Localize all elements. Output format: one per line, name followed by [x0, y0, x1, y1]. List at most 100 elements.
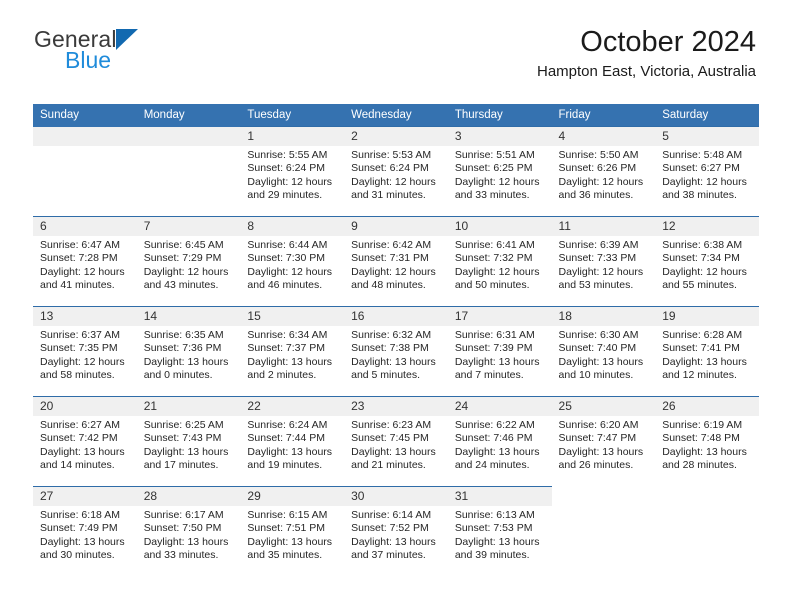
day-number: 31	[447, 487, 552, 506]
day-sun-info: Sunrise: 6:17 AM Sunset: 7:50 PM Daylight:…	[137, 506, 241, 563]
day-sun-info: Sunrise: 6:13 AM Sunset: 7:53 PM Daylight:…	[448, 506, 552, 563]
daylight-text: Daylight: 13 hours and 35 minutes.	[247, 535, 333, 562]
day-number: 13	[33, 307, 137, 326]
daylight-text: Daylight: 13 hours and 7 minutes.	[454, 355, 540, 382]
calendar-day-cell[interactable]: 21 Sunrise: 6:25 AM Sunset: 7:43 PM Dayligh…	[136, 396, 241, 487]
calendar-day-cell[interactable]: 3 Sunrise: 5:51 AM Sunset: 6:25 PM Daylight…	[447, 126, 552, 217]
sunrise-text: Sunrise: 5:50 AM	[558, 149, 639, 161]
sunrise-text: Sunrise: 6:31 AM	[454, 329, 535, 341]
sunrise-text: Sunrise: 6:23 AM	[351, 419, 432, 431]
sunset-text: Sunset: 7:30 PM	[247, 252, 326, 265]
day-sun-info: Sunrise: 6:30 AM Sunset: 7:40 PM Daylight:…	[552, 326, 656, 383]
sunrise-text: Sunrise: 6:35 AM	[143, 329, 224, 341]
calendar-week-row: 6 Sunrise: 6:47 AM Sunset: 7:28 PM Daylight…	[33, 216, 759, 307]
daylight-text: Daylight: 13 hours and 14 minutes.	[40, 445, 125, 472]
day-number: 12	[655, 217, 759, 236]
day-number: 23	[344, 397, 448, 416]
daylight-text: Daylight: 13 hours and 39 minutes.	[454, 535, 540, 562]
sunset-text: Sunset: 7:39 PM	[454, 342, 533, 355]
calendar-day-cell[interactable]: 27 Sunrise: 6:18 AM Sunset: 7:49 PM Dayligh…	[33, 486, 137, 577]
day-number: 2	[344, 127, 448, 146]
sunset-text: Sunset: 7:45 PM	[351, 432, 429, 445]
day-number: 28	[136, 487, 241, 506]
calendar-day-cell[interactable]: 23 Sunrise: 6:23 AM Sunset: 7:45 PM Dayligh…	[344, 396, 448, 487]
calendar-day-cell[interactable]: 30 Sunrise: 6:14 AM Sunset: 7:52 PM Dayligh…	[344, 486, 448, 577]
sunrise-text: Sunrise: 6:42 AM	[351, 239, 432, 251]
sunset-text: Sunset: 6:24 PM	[247, 162, 326, 175]
day-number: 3	[447, 127, 552, 146]
brand-triangle-icon	[115, 29, 138, 50]
calendar-day-cell[interactable]: 26 Sunrise: 6:19 AM Sunset: 7:48 PM Dayligh…	[655, 396, 759, 487]
day-sun-info: Sunrise: 6:24 AM Sunset: 7:44 PM Daylight:…	[240, 416, 344, 473]
weekday-header-sunday: Sunday	[33, 104, 137, 127]
calendar-day-cell[interactable]: 7 Sunrise: 6:45 AM Sunset: 7:29 PM Daylight…	[136, 216, 241, 307]
sunset-text: Sunset: 7:44 PM	[247, 432, 326, 445]
day-sun-info: Sunrise: 6:38 AM Sunset: 7:34 PM Daylight:…	[655, 236, 759, 293]
day-sun-info: Sunrise: 5:51 AM Sunset: 6:25 PM Daylight:…	[448, 146, 552, 203]
calendar-day-cell[interactable]: 14 Sunrise: 6:35 AM Sunset: 7:36 PM Dayligh…	[136, 306, 241, 397]
daylight-text: Daylight: 12 hours and 41 minutes.	[40, 265, 125, 292]
calendar-day-cell[interactable]: 5 Sunrise: 5:48 AM Sunset: 6:27 PM Daylight…	[655, 126, 759, 217]
calendar-day-cell[interactable]: 31 Sunrise: 6:13 AM Sunset: 7:53 PM Dayligh…	[447, 486, 552, 577]
sunset-text: Sunset: 7:33 PM	[558, 252, 637, 265]
calendar-day-cell[interactable]: 17 Sunrise: 6:31 AM Sunset: 7:39 PM Dayligh…	[447, 306, 552, 397]
calendar-day-cell[interactable]: 29 Sunrise: 6:15 AM Sunset: 7:51 PM Dayligh…	[240, 486, 345, 577]
daylight-text: Daylight: 13 hours and 30 minutes.	[40, 535, 125, 562]
calendar-day-cell[interactable]: 4 Sunrise: 5:50 AM Sunset: 6:26 PM Daylight…	[551, 126, 656, 217]
sunrise-text: Sunrise: 6:20 AM	[558, 419, 639, 431]
calendar-day-cell[interactable]: 6 Sunrise: 6:47 AM Sunset: 7:28 PM Daylight…	[33, 216, 137, 307]
sunset-text: Sunset: 7:43 PM	[143, 432, 222, 445]
day-number: 27	[33, 487, 137, 506]
calendar-day-cell[interactable]: 9 Sunrise: 6:42 AM Sunset: 7:31 PM Daylight…	[344, 216, 448, 307]
calendar-day-cell[interactable]: 19 Sunrise: 6:28 AM Sunset: 7:41 PM Dayligh…	[655, 306, 759, 397]
sunset-text: Sunset: 7:53 PM	[454, 522, 533, 535]
day-number: 25	[551, 397, 656, 416]
weekday-header-wednesday: Wednesday	[344, 104, 448, 127]
sunrise-text: Sunrise: 6:39 AM	[558, 239, 639, 251]
daylight-text: Daylight: 12 hours and 38 minutes.	[662, 175, 747, 202]
day-sun-info: Sunrise: 6:47 AM Sunset: 7:28 PM Daylight:…	[33, 236, 137, 293]
calendar-day-cell[interactable]: 10 Sunrise: 6:41 AM Sunset: 7:32 PM Dayligh…	[447, 216, 552, 307]
daylight-text: Daylight: 12 hours and 43 minutes.	[143, 265, 229, 292]
day-number: 8	[240, 217, 345, 236]
calendar-day-cell[interactable]: 1 Sunrise: 5:55 AM Sunset: 6:24 PM Daylight…	[240, 126, 345, 217]
daylight-text: Daylight: 12 hours and 33 minutes.	[454, 175, 540, 202]
day-sun-info: Sunrise: 6:39 AM Sunset: 7:33 PM Daylight:…	[552, 236, 656, 293]
daylight-text: Daylight: 13 hours and 10 minutes.	[558, 355, 644, 382]
calendar-day-cell[interactable]: 11 Sunrise: 6:39 AM Sunset: 7:33 PM Dayligh…	[551, 216, 656, 307]
sunset-text: Sunset: 6:25 PM	[454, 162, 533, 175]
sunrise-text: Sunrise: 6:24 AM	[247, 419, 328, 431]
calendar-day-cell[interactable]: 2 Sunrise: 5:53 AM Sunset: 6:24 PM Daylight…	[344, 126, 448, 217]
calendar-day-cell[interactable]: 24 Sunrise: 6:22 AM Sunset: 7:46 PM Dayligh…	[447, 396, 552, 487]
calendar-day-cell[interactable]: 22 Sunrise: 6:24 AM Sunset: 7:44 PM Dayligh…	[240, 396, 345, 487]
calendar-day-cell[interactable]: 16 Sunrise: 6:32 AM Sunset: 7:38 PM Dayligh…	[344, 306, 448, 397]
daylight-text: Daylight: 13 hours and 17 minutes.	[143, 445, 229, 472]
day-sun-info: Sunrise: 6:20 AM Sunset: 7:47 PM Daylight:…	[552, 416, 656, 473]
calendar-day-cell[interactable]: 25 Sunrise: 6:20 AM Sunset: 7:47 PM Dayligh…	[551, 396, 656, 487]
daylight-text: Daylight: 12 hours and 46 minutes.	[247, 265, 333, 292]
calendar-header-row: Sunday Monday Tuesday Wednesday Thursday…	[33, 104, 759, 127]
sunrise-text: Sunrise: 5:55 AM	[247, 149, 328, 161]
sunset-text: Sunset: 7:52 PM	[351, 522, 429, 535]
page-header: General Blue October 2024 Hampton East, …	[0, 0, 792, 81]
day-number: 19	[655, 307, 759, 326]
day-number-placeholder	[136, 126, 241, 146]
calendar-day-cell[interactable]: 28 Sunrise: 6:17 AM Sunset: 7:50 PM Dayligh…	[136, 486, 241, 577]
page-subtitle-location: Hampton East, Victoria, Australia	[537, 63, 756, 81]
sunset-text: Sunset: 6:27 PM	[662, 162, 740, 175]
day-sun-info: Sunrise: 6:44 AM Sunset: 7:30 PM Daylight:…	[240, 236, 344, 293]
day-sun-info: Sunrise: 5:53 AM Sunset: 6:24 PM Daylight:…	[344, 146, 448, 203]
brand-logo[interactable]: General Blue	[34, 28, 234, 78]
weekday-header-monday: Monday	[136, 104, 241, 127]
calendar-day-cell[interactable]: 12 Sunrise: 6:38 AM Sunset: 7:34 PM Dayligh…	[655, 216, 759, 307]
calendar-day-cell[interactable]: 18 Sunrise: 6:30 AM Sunset: 7:40 PM Dayligh…	[551, 306, 656, 397]
day-number: 4	[551, 127, 656, 146]
day-number-placeholder	[655, 486, 759, 506]
sunrise-text: Sunrise: 6:15 AM	[247, 509, 328, 521]
calendar-day-cell[interactable]: 8 Sunrise: 6:44 AM Sunset: 7:30 PM Daylight…	[240, 216, 345, 307]
calendar-day-cell[interactable]: 13 Sunrise: 6:37 AM Sunset: 7:35 PM Dayligh…	[33, 306, 137, 397]
calendar-day-cell[interactable]: 15 Sunrise: 6:34 AM Sunset: 7:37 PM Dayligh…	[240, 306, 345, 397]
day-number: 7	[136, 217, 241, 236]
calendar-day-cell[interactable]: 20 Sunrise: 6:27 AM Sunset: 7:42 PM Dayligh…	[33, 396, 137, 487]
page-title: October 2024	[580, 26, 756, 58]
